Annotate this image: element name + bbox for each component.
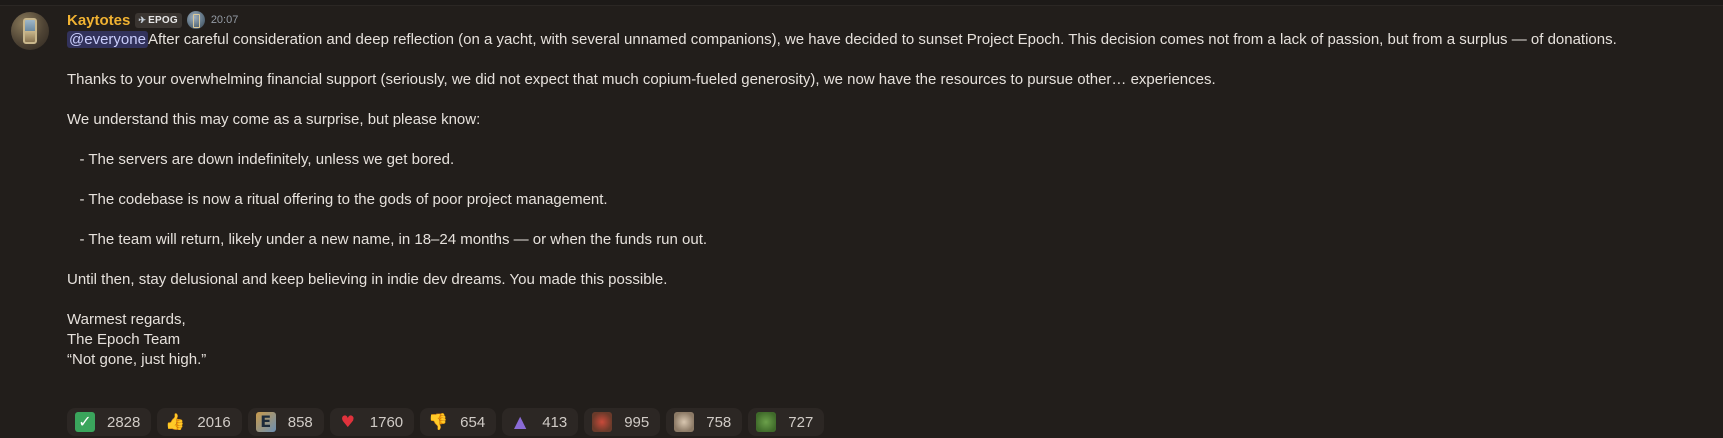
hourglass-badge-icon[interactable] (186, 11, 205, 29)
message-line: Thanks to your overwhelming financial su… (67, 71, 1216, 88)
wizard-emote-icon: ▲ (514, 412, 527, 431)
thumbs-up-icon: 👍 (165, 412, 186, 431)
message-line: - The codebase is now a ritual offering … (67, 191, 608, 208)
reaction-count: 413 (542, 413, 568, 431)
reaction-thumbs-up[interactable]: 👍 2016 (157, 408, 242, 436)
author-username[interactable]: Kaytotes (67, 12, 130, 29)
message-line: - The team will return, likely under a n… (67, 231, 708, 248)
message-line: We understand this may come as a surpris… (67, 111, 481, 128)
everyone-mention[interactable]: @everyone (67, 31, 148, 48)
heart-icon: ♥ (340, 412, 355, 431)
message-line (67, 130, 1707, 150)
guild-tag[interactable]: ✈ EPOG (135, 12, 182, 28)
reaction-cat[interactable]: 758 (666, 408, 743, 436)
message-line: Warmest regards, (67, 311, 186, 328)
message-line (67, 210, 1707, 230)
message-line: - The servers are down indefinitely, unl… (67, 151, 455, 168)
thumbs-down-icon: 👎 (428, 412, 449, 431)
pepe-emote-icon (756, 412, 777, 432)
message-line (67, 290, 1707, 310)
hug-emote-icon (592, 412, 613, 432)
reaction-check-mark[interactable]: ✓ 2828 (67, 408, 152, 436)
reaction-thumbs-down[interactable]: 👎 654 (420, 408, 497, 436)
reaction-heart[interactable]: ♥ 1760 (329, 408, 415, 436)
message-line: @everyone After careful consideration and… (67, 30, 1707, 50)
reaction-count: 1760 (369, 413, 404, 431)
reaction-count: 758 (706, 413, 732, 431)
reaction-hug[interactable]: 995 (584, 408, 661, 436)
avatar[interactable] (11, 12, 49, 50)
message-line (67, 90, 1707, 110)
reaction-wizard[interactable]: ▲ 413 (502, 408, 579, 436)
reaction-count: 2828 (107, 413, 141, 431)
check-mark-icon: ✓ (75, 412, 95, 432)
message-line: The Epoch Team (67, 331, 181, 348)
message-line (67, 250, 1707, 270)
reaction-count: 995 (624, 413, 650, 431)
message-header: Kaytotes ✈ EPOG 20:07 (67, 10, 238, 30)
message-line: Until then, stay delusional and keep bel… (67, 271, 668, 288)
reactions-bar: ✓ 2828 👍 2016 E 858 ♥ 1760 👎 654 ▲ 413 9… (67, 408, 825, 436)
reaction-count: 858 (287, 413, 313, 431)
reaction-pepe[interactable]: 727 (748, 408, 825, 436)
message-line: “Not gone, just high.” (67, 351, 207, 368)
reaction-epoch[interactable]: E 858 (247, 408, 324, 436)
rocket-icon: ✈ (138, 14, 147, 25)
message-line-text: After careful consideration and deep ref… (147, 31, 1617, 48)
hourglass-avatar-icon (23, 18, 37, 44)
guild-tag-label: EPOG (148, 14, 178, 26)
message-line (67, 50, 1707, 70)
reaction-count: 654 (460, 413, 486, 431)
chat-message: Kaytotes ✈ EPOG 20:07 @everyone After car… (0, 6, 1723, 438)
reaction-count: 2016 (197, 413, 231, 431)
epoch-emote-icon: E (255, 412, 276, 432)
cat-emote-icon (674, 412, 695, 432)
reaction-count: 727 (788, 413, 814, 431)
message-timestamp[interactable]: 20:07 (211, 14, 239, 26)
message-line (67, 170, 1707, 190)
message-content: @everyone After careful consideration and… (67, 30, 1707, 370)
